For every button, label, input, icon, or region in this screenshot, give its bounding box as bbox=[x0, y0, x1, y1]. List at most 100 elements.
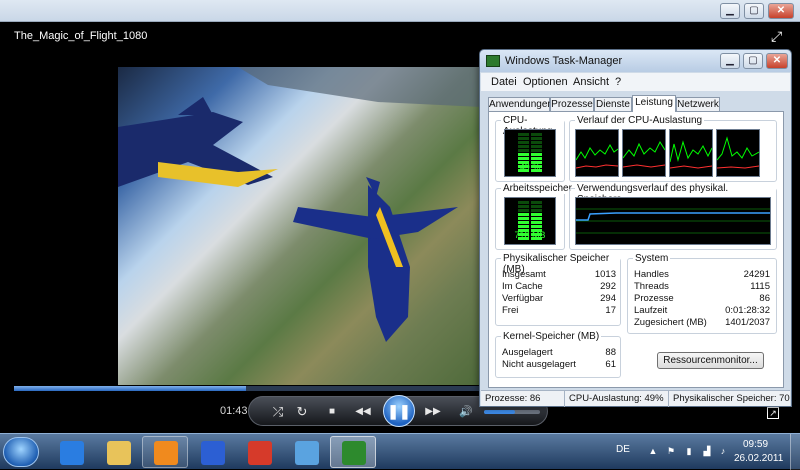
player-minimize-button[interactable]: ▁ bbox=[720, 3, 740, 19]
cpu-meter: 49 % bbox=[504, 129, 556, 177]
taskbar-button[interactable] bbox=[189, 436, 235, 468]
system-row-key: Prozesse bbox=[634, 293, 674, 304]
meter-segment bbox=[518, 217, 529, 220]
player-maximize-button[interactable]: ▢ bbox=[744, 3, 764, 19]
repeat-icon[interactable]: ↻ bbox=[293, 403, 311, 421]
physical-row: Im Cache 292 bbox=[502, 281, 616, 292]
status-processes: Prozesse: 86 bbox=[481, 391, 565, 407]
meter-segment bbox=[531, 209, 542, 212]
cpu-history-graph-core-3 bbox=[669, 129, 713, 177]
system-row-value: 24291 bbox=[743, 269, 770, 280]
volume-icon[interactable]: 🔊 bbox=[457, 403, 475, 421]
menu-bar: Datei Optionen Ansicht ? bbox=[481, 73, 790, 91]
meter-segment bbox=[518, 133, 529, 136]
task-manager-title-bar[interactable]: Windows Task-Manager ▁ ▢ ✕ bbox=[480, 50, 791, 72]
network-icon[interactable]: ▟ bbox=[702, 446, 712, 456]
meter-segment bbox=[531, 133, 542, 136]
meter-segment bbox=[531, 137, 542, 140]
tm-minimize-button[interactable]: ▁ bbox=[720, 53, 740, 69]
cpu-meter-value: 49 % bbox=[519, 162, 541, 172]
task-manager-app-icon bbox=[486, 55, 500, 67]
meter-segment bbox=[518, 201, 529, 204]
elapsed-time: 01:43 bbox=[220, 405, 248, 417]
show-desktop-button[interactable] bbox=[790, 434, 800, 470]
cpu-history-group: Verlauf der CPU-Auslastung bbox=[569, 115, 777, 182]
video-title: The_Magic_of_Flight_1080 bbox=[14, 30, 148, 42]
tm-close-button[interactable]: ✕ bbox=[766, 53, 788, 69]
clock-time[interactable]: 09:59 bbox=[743, 439, 768, 450]
menu-ansicht[interactable]: Ansicht bbox=[573, 76, 609, 88]
kernel-row-key: Nicht ausgelagert bbox=[502, 359, 576, 370]
video-frame[interactable] bbox=[118, 67, 482, 385]
task-manager-icon bbox=[342, 441, 366, 465]
taskbar-button[interactable] bbox=[236, 436, 282, 468]
kernel-row-key: Ausgelagert bbox=[502, 347, 553, 358]
volume-slider-fill bbox=[484, 410, 515, 414]
tab-prozesse[interactable]: Prozesse bbox=[550, 97, 594, 112]
power-icon[interactable]: ▮ bbox=[684, 446, 694, 456]
previous-icon[interactable]: ◀◀ bbox=[351, 403, 375, 421]
memory-label: Arbeitsspeicher bbox=[501, 183, 574, 194]
volume-icon[interactable]: ♪ bbox=[718, 446, 728, 456]
system-row: Laufzeit 0:01:28:32 bbox=[634, 305, 770, 316]
clock-date[interactable]: 26.02.2011 bbox=[734, 453, 783, 464]
arrow-up-icon[interactable]: ▲ bbox=[648, 446, 658, 456]
physical-row-key: Im Cache bbox=[502, 281, 543, 292]
task-manager-title: Windows Task-Manager bbox=[505, 55, 623, 67]
player-close-button[interactable]: ✕ bbox=[768, 3, 794, 19]
smoke-trail bbox=[238, 67, 482, 107]
meter-segment bbox=[531, 149, 542, 152]
meter-segment bbox=[518, 225, 529, 228]
system-row-key: Laufzeit bbox=[634, 305, 668, 316]
taskbar-button[interactable] bbox=[95, 436, 141, 468]
physical-row-key: Insgesamt bbox=[502, 269, 546, 280]
kernel-row-value: 61 bbox=[605, 359, 616, 370]
taskbar-button[interactable] bbox=[142, 436, 188, 468]
memory-history-group: Verwendungsverlauf des physikal. Speiche… bbox=[569, 183, 777, 250]
tab-netzwerk[interactable]: Netzwerk bbox=[676, 97, 720, 112]
meter-segment bbox=[531, 213, 542, 216]
meter-segment bbox=[531, 225, 542, 228]
player-title-bar: ▁ ▢ ✕ bbox=[0, 0, 800, 22]
system-row-value: 1401/2037 bbox=[725, 317, 770, 328]
taskbar-button[interactable] bbox=[330, 436, 376, 468]
meter-segment bbox=[518, 157, 529, 160]
system-group: System Handles 24291 Threads 1115 Prozesse… bbox=[627, 253, 777, 334]
status-cpu: CPU-Auslastung: 49% bbox=[565, 391, 669, 407]
physical-row-value: 292 bbox=[600, 281, 616, 292]
physical-row: Frei 17 bbox=[502, 305, 616, 316]
shuffle-icon[interactable]: ⤮ bbox=[269, 403, 287, 421]
meter-segment bbox=[531, 221, 542, 224]
performance-panel: CPU-Auslastung 49 % Verlauf der CPU-Ausl… bbox=[488, 111, 784, 388]
system-row: Threads 1115 bbox=[634, 281, 770, 292]
system-tray: DE ▲ ⚑ ▮ ▟ ♪ 09:59 26.02.2011 bbox=[612, 434, 800, 470]
cpu-history-graph-core-2 bbox=[622, 129, 666, 177]
kernel-row-value: 88 bbox=[605, 347, 616, 358]
tab-anwendungen[interactable]: Anwendungen bbox=[488, 97, 553, 112]
resource-monitor-button[interactable]: Ressourcenmonitor... bbox=[657, 352, 764, 369]
fullscreen-icon[interactable]: ⤢ bbox=[771, 28, 787, 44]
taskbar: DE ▲ ⚑ ▮ ▟ ♪ 09:59 26.02.2011 bbox=[0, 433, 800, 470]
pause-icon[interactable]: ❚❚ bbox=[383, 395, 415, 427]
seek-bar-fill bbox=[14, 386, 246, 391]
tm-maximize-button[interactable]: ▢ bbox=[743, 53, 763, 69]
volume-slider[interactable] bbox=[484, 410, 540, 414]
messenger-icon bbox=[201, 441, 225, 465]
stop-icon[interactable]: ■ bbox=[323, 403, 341, 421]
tab-dienste[interactable]: Dienste bbox=[594, 97, 632, 112]
next-icon[interactable]: ▶▶ bbox=[421, 403, 445, 421]
physical-memory-group: Physikalischer Speicher (MB) Insgesamt 10… bbox=[495, 253, 621, 326]
pushpin-icon bbox=[248, 441, 272, 465]
menu-datei[interactable]: Datei bbox=[491, 76, 517, 88]
start-button[interactable] bbox=[3, 437, 39, 467]
jet-tail bbox=[178, 97, 213, 115]
menu-help[interactable]: ? bbox=[615, 76, 621, 88]
taskbar-button[interactable] bbox=[48, 436, 94, 468]
menu-optionen[interactable]: Optionen bbox=[523, 76, 568, 88]
tab-leistung[interactable]: Leistung bbox=[632, 95, 676, 112]
system-row-value: 1115 bbox=[750, 281, 770, 292]
switch-to-library-icon[interactable]: ↗ bbox=[767, 407, 779, 419]
flag-icon[interactable]: ⚑ bbox=[666, 446, 676, 456]
taskbar-button[interactable] bbox=[283, 436, 329, 468]
language-indicator[interactable]: DE bbox=[616, 444, 630, 455]
